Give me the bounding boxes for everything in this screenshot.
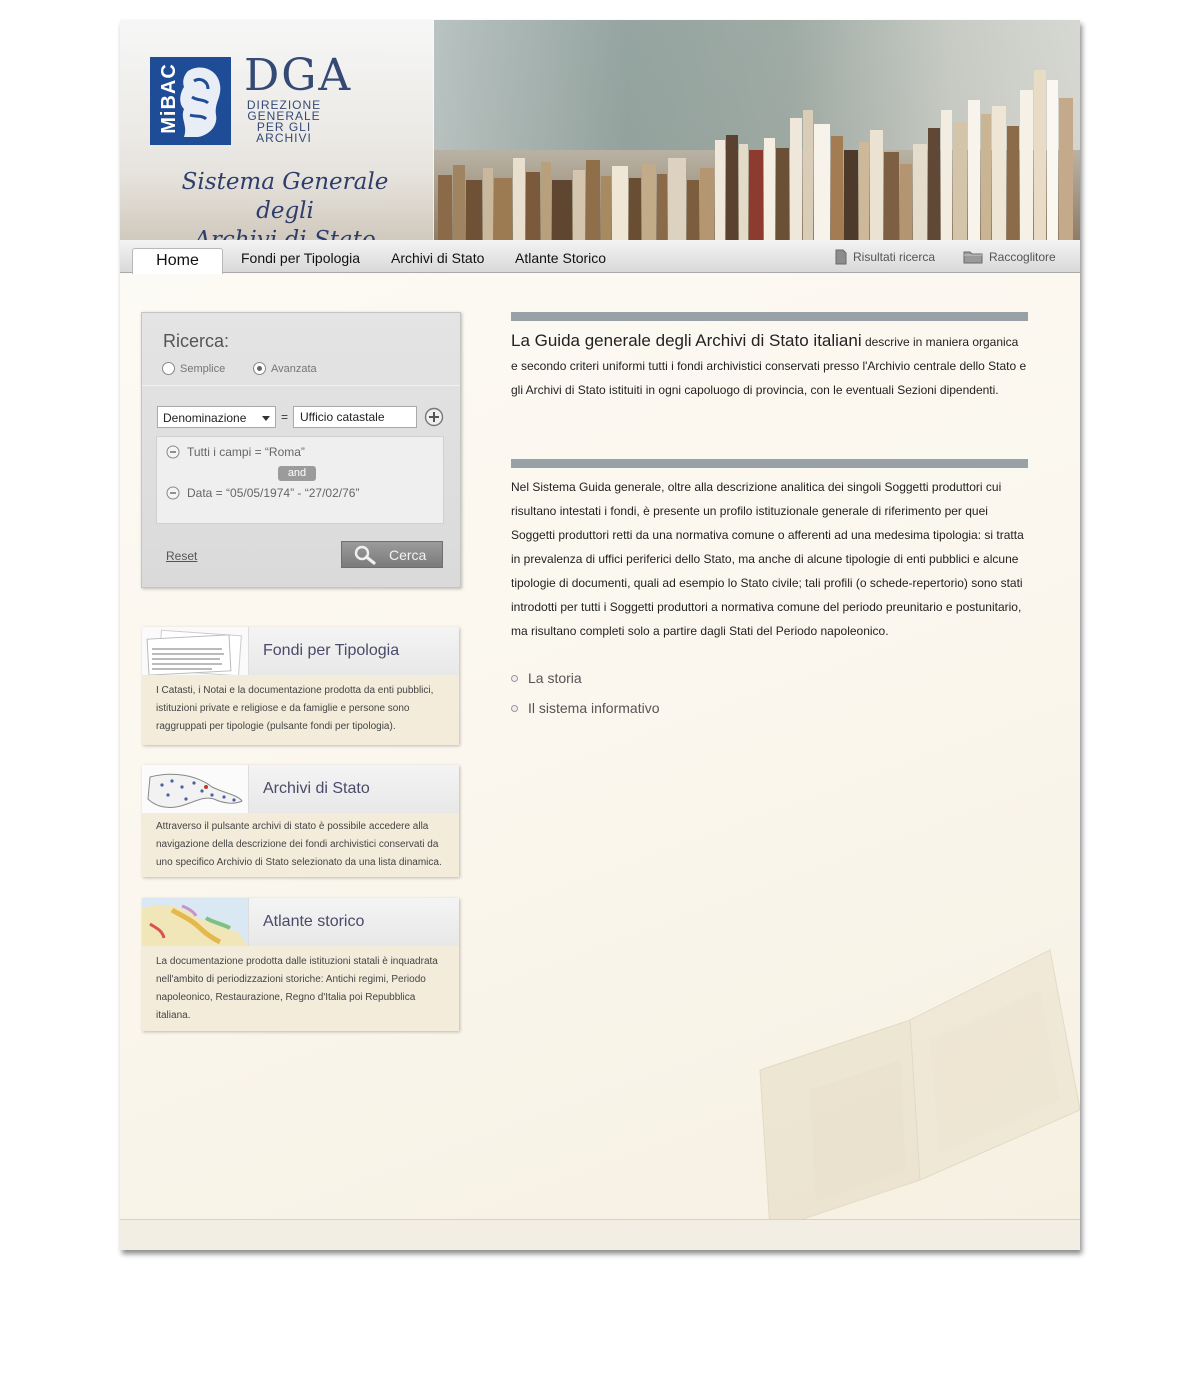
- raccoglitore-label: Raccoglitore: [989, 249, 1056, 264]
- card-header: Archivi di Stato: [142, 765, 459, 813]
- card-title: Atlante storico: [263, 913, 365, 930]
- page-footer: [120, 1219, 1080, 1250]
- historical-map-thumbnail: [142, 898, 249, 946]
- mibac-logo[interactable]: MiBAC: [150, 57, 231, 145]
- search-panel: Ricerca: Semplice Avanzata Denominazione…: [141, 312, 461, 588]
- head-sculpture-icon: [180, 67, 221, 137]
- card-fondi-per-tipologia[interactable]: Fondi per Tipologia I Catasti, i Notai e…: [142, 627, 459, 745]
- search-button[interactable]: Cerca: [341, 541, 443, 568]
- link-label: La storia: [528, 670, 582, 686]
- card-title: Fondi per Tipologia: [263, 642, 400, 659]
- criterion-text: Data = “05/05/1974” - “27/02/76”: [187, 486, 360, 500]
- criterion-text: Tutti i campi = “Roma”: [187, 445, 305, 459]
- dga-logo: DGA: [244, 50, 353, 101]
- radio-semplice-label: Semplice: [180, 362, 226, 375]
- card-atlante-storico[interactable]: Atlante storico La documentazione prodot…: [142, 898, 459, 1031]
- card-header: Fondi per Tipologia: [142, 627, 459, 675]
- radio-dot-selected: [253, 362, 266, 375]
- add-criterion-icon[interactable]: [424, 407, 444, 427]
- section-divider: [511, 459, 1028, 468]
- radio-avanzata-label: Avanzata: [271, 362, 317, 375]
- dga-subtitle: DIREZIONE GENERALE PER GLI ARCHIVI: [244, 99, 324, 145]
- risultati-ricerca-label: Risultati ricerca: [853, 250, 936, 264]
- link-label: Il sistema informativo: [528, 700, 660, 716]
- section-divider: [511, 312, 1028, 321]
- main-nav: Home Fondi per Tipologia Archivi di Stat…: [120, 240, 1080, 274]
- header-logo-panel: MiBAC DGA DIREZIONE GENERALE PER GLI ARC…: [120, 20, 434, 240]
- site-header: MiBAC DGA DIREZIONE GENERALE PER GLI ARC…: [120, 20, 1080, 240]
- field-select[interactable]: Denominazione: [157, 406, 276, 428]
- criterion-item: Data = “05/05/1974” - “27/02/76”: [166, 486, 359, 500]
- info-links: La storia Il sistema informativo: [511, 670, 659, 730]
- site-title-line1: Sistema Generale degli: [181, 169, 389, 224]
- radio-avanzata[interactable]: Avanzata: [253, 362, 317, 375]
- card-header: Atlante storico: [142, 898, 459, 946]
- field-select-value: Denominazione: [163, 411, 247, 425]
- bullet-icon: [511, 705, 518, 712]
- radio-semplice[interactable]: Semplice: [162, 362, 225, 375]
- site-title-line2: Archivi di Stato Italiani: [194, 227, 376, 240]
- remove-criterion-icon[interactable]: [166, 486, 180, 500]
- card-description: Attraverso il pulsante archivi di stato …: [142, 813, 459, 877]
- operator-badge[interactable]: and: [278, 466, 316, 481]
- link-sistema-informativo[interactable]: Il sistema informativo: [511, 700, 659, 730]
- tab-archivi-di-stato[interactable]: Archivi di Stato: [391, 250, 484, 274]
- tab-home[interactable]: Home: [132, 248, 223, 274]
- search-button-label: Cerca: [389, 547, 427, 563]
- raccoglitore-link[interactable]: Raccoglitore: [963, 249, 1056, 264]
- link-la-storia[interactable]: La storia: [511, 670, 659, 700]
- card-title: Archivi di Stato: [263, 780, 370, 797]
- map-thumbnail: [142, 765, 249, 813]
- bullet-icon: [511, 675, 518, 682]
- card-archivi-di-stato[interactable]: Archivi di Stato Attraverso il pulsante …: [142, 765, 459, 877]
- remove-criterion-icon[interactable]: [166, 445, 180, 459]
- description-paragraph: Nel Sistema Guida generale, oltre alla d…: [511, 480, 1024, 638]
- documents-thumbnail: [142, 627, 249, 675]
- search-title: Ricerca:: [163, 331, 230, 351]
- radio-dot: [162, 362, 175, 375]
- chevron-down-icon: [262, 416, 270, 421]
- search-value-input[interactable]: [293, 406, 417, 428]
- criterion-item: Tutti i campi = “Roma”: [166, 445, 305, 459]
- books-illustration: [438, 70, 1073, 240]
- card-description: I Catasti, i Notai e la documentazione p…: [142, 675, 459, 745]
- italy-map-icon: [142, 765, 248, 813]
- historical-map-icon: [142, 898, 248, 946]
- card-description: La documentazione prodotta dalle istituz…: [142, 946, 459, 1031]
- open-book-watermark: [759, 949, 1080, 1220]
- site-title: Sistema Generale degli Archivi di Stato …: [150, 168, 420, 240]
- folder-icon: [963, 251, 983, 264]
- reset-link[interactable]: Reset: [166, 549, 197, 563]
- criteria-list: Tutti i campi = “Roma” and Data = “05/05…: [156, 436, 444, 524]
- risultati-ricerca-link[interactable]: Risultati ricerca: [835, 249, 935, 265]
- tab-atlante-storico[interactable]: Atlante Storico: [515, 250, 606, 274]
- documents-icon: [146, 629, 242, 675]
- document-icon: [835, 249, 847, 265]
- page-container: MiBAC DGA DIREZIONE GENERALE PER GLI ARC…: [120, 20, 1080, 1250]
- dga-subtitle-line: ARCHIVI: [256, 131, 312, 145]
- tab-fondi-per-tipologia[interactable]: Fondi per Tipologia: [241, 250, 360, 274]
- search-header: Ricerca: Semplice Avanzata: [142, 313, 460, 386]
- intro-paragraph: La Guida generale degli Archivi di Stato…: [511, 329, 1028, 402]
- intro-lead: La Guida generale degli Archivi di Stato…: [511, 331, 862, 350]
- magnifier-icon: [354, 545, 376, 565]
- equals-sign: =: [281, 410, 289, 424]
